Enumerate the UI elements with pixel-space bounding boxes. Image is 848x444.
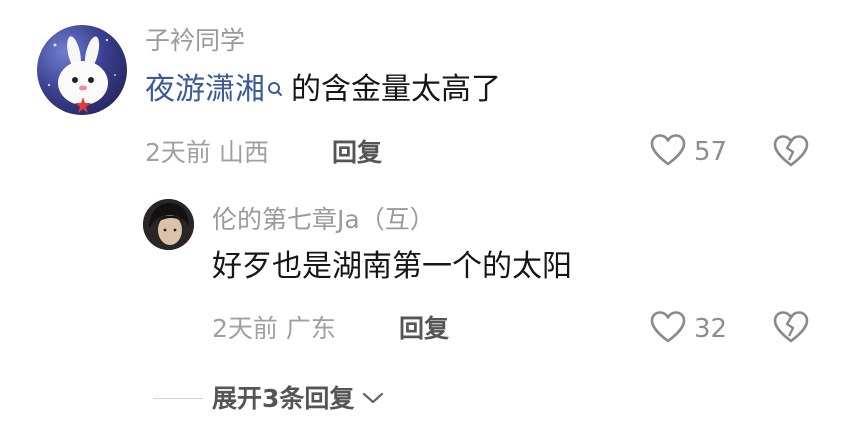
comment-text-line: 夜游潇湘 的含金量太高了 [145, 72, 501, 108]
reply-relation-badge: （互） [359, 205, 435, 234]
comment-avatar[interactable] [37, 25, 127, 115]
person-avatar-icon [143, 199, 194, 250]
bunny-avatar-icon [47, 36, 116, 113]
comment-body: 的含金量太高了 [291, 72, 501, 107]
comment-time: 2天前 [145, 138, 211, 167]
reply-username[interactable]: 伦的第七章Ja [212, 205, 360, 234]
reply-reply-button[interactable]: 回复 [399, 314, 449, 344]
reply-avatar[interactable] [143, 199, 194, 250]
reply-like-count: 32 [694, 314, 728, 344]
heart-outline-icon [650, 310, 686, 348]
reply-like-button[interactable]: 32 [650, 310, 727, 348]
comment-meta: 2天前 山西 [145, 138, 269, 168]
comment-dislike-button[interactable] [773, 134, 809, 172]
search-icon[interactable] [267, 72, 283, 108]
broken-heart-icon [773, 310, 809, 348]
reply-dislike-button[interactable] [773, 310, 809, 348]
expand-divider [153, 398, 203, 399]
reply-body: 好歹也是湖南第一个的太阳 [212, 249, 572, 284]
comment-location: 山西 [218, 138, 269, 167]
comment-mention-link[interactable]: 夜游潇湘 [145, 72, 265, 107]
reply-meta: 2天前 广东 [212, 314, 336, 344]
comment-like-button[interactable]: 57 [650, 133, 727, 171]
chevron-down-icon [362, 390, 384, 409]
reply-username-line: 伦的第七章Ja（互） [212, 205, 435, 235]
expand-replies-button[interactable]: 展开3条回复 [212, 384, 384, 414]
reply-location: 广东 [285, 314, 336, 343]
broken-heart-icon [773, 134, 809, 172]
reply-time: 2天前 [212, 314, 278, 343]
heart-outline-icon [650, 133, 686, 171]
comment-reply-button[interactable]: 回复 [332, 138, 382, 168]
comment-like-count: 57 [694, 137, 728, 167]
comment-username[interactable]: 子衿同学 [145, 26, 245, 56]
expand-replies-label: 展开3条回复 [212, 384, 355, 413]
